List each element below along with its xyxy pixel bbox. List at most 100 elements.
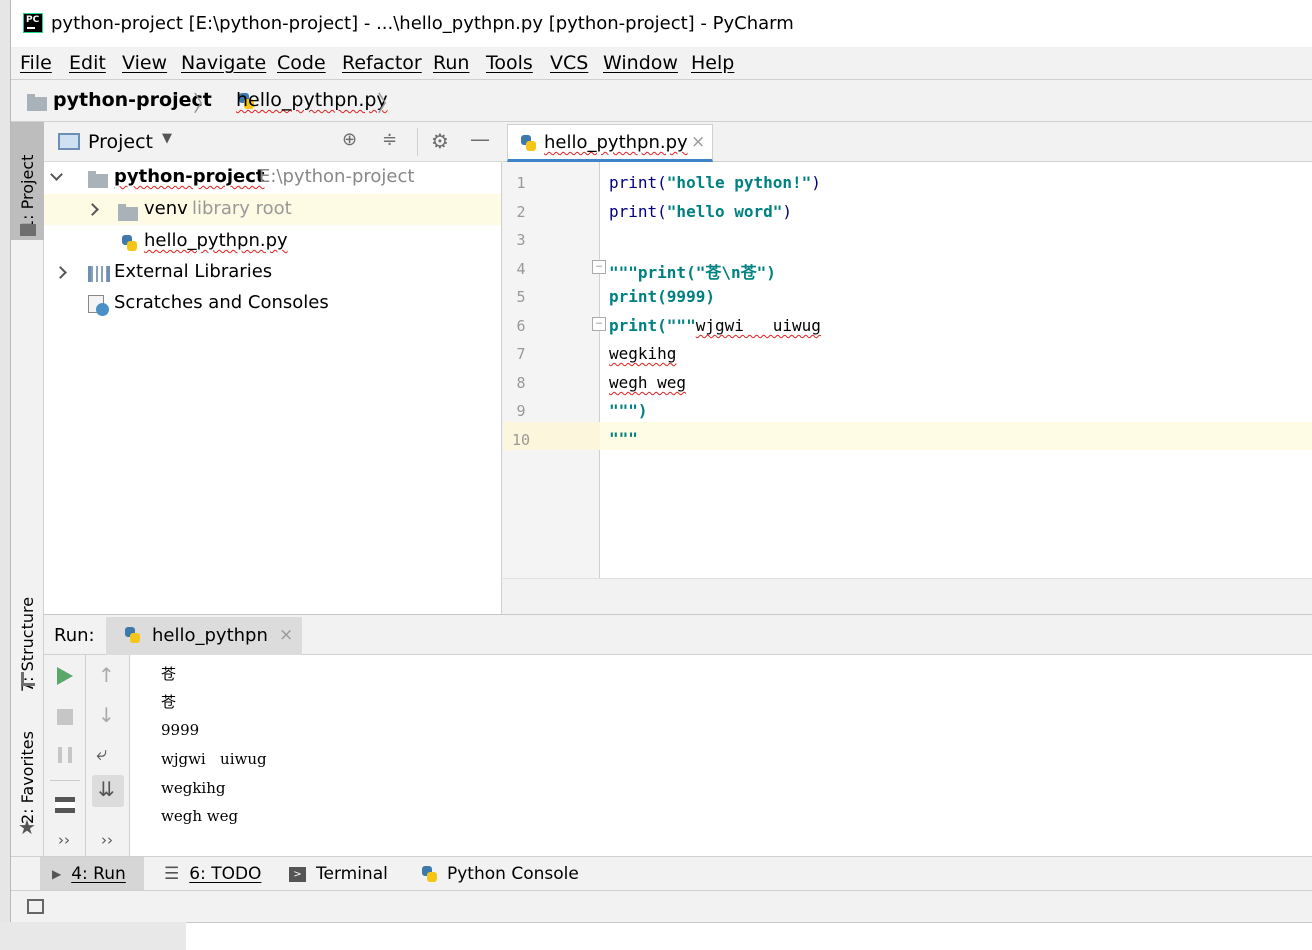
menu-refactor[interactable]: Refactor <box>342 52 422 74</box>
chevron-right-icon[interactable] <box>54 266 67 279</box>
tree-item-scratches[interactable]: Scratches and Consoles <box>44 288 501 319</box>
rerun-icon[interactable] <box>57 667 73 685</box>
run-panel: Run: hello_pythpn × ›› ↑ ↓ ⤶ ⇊ ›› 苍 苍 99… <box>44 614 1312 857</box>
chevron-right-icon[interactable] <box>86 203 99 216</box>
menu-file[interactable]: File <box>20 52 52 74</box>
folder-icon <box>88 171 108 188</box>
folder-icon <box>27 94 47 111</box>
tool-todo[interactable]: ☰ 6: TODO <box>152 857 273 891</box>
menu-help[interactable]: Help <box>691 52 734 74</box>
menu-navigate[interactable]: Navigate <box>181 52 266 74</box>
code-line[interactable]: """ <box>609 429 638 448</box>
hide-panel-icon[interactable]: — <box>470 127 490 151</box>
soft-wrap-icon[interactable]: ⤶ <box>96 741 107 765</box>
project-panel: Project ▼ ⊕ ≑ ⚙ — python-project E:\pyth… <box>44 122 502 614</box>
desktop-taskbar-area <box>0 922 1312 950</box>
scratches-label: Scratches and Consoles <box>114 292 329 313</box>
locate-icon[interactable]: ⊕ <box>342 129 357 150</box>
menu-view[interactable]: View <box>122 52 167 74</box>
file-name: hello_pythpn.py <box>144 230 288 251</box>
desktop-edge <box>0 0 10 950</box>
menu-vcs[interactable]: VCS <box>550 52 588 74</box>
python-icon <box>124 627 140 643</box>
library-icon <box>88 266 110 282</box>
breadcrumb-file[interactable]: hello_pythpn.py <box>236 89 388 111</box>
layout-icon[interactable] <box>55 797 75 813</box>
run-tab[interactable]: hello_pythpn × <box>106 617 302 655</box>
run-toolbar-secondary: ↑ ↓ ⤶ ⇊ ›› <box>86 655 130 857</box>
gear-icon[interactable]: ⚙ <box>431 129 449 153</box>
arrow-up-icon[interactable]: ↑ <box>98 663 115 687</box>
clock-icon <box>96 303 109 316</box>
star-icon: ★ <box>18 815 36 839</box>
tool-terminal[interactable]: > Terminal <box>277 857 400 891</box>
project-panel-header: Project ▼ ⊕ ≑ ⚙ — <box>44 122 502 162</box>
current-line-highlight <box>600 422 1312 450</box>
run-tab-label: hello_pythpn <box>152 625 268 646</box>
menu-window[interactable]: Window <box>603 52 678 74</box>
menu-run[interactable]: Run <box>433 52 469 74</box>
collapse-all-icon[interactable]: ≑ <box>382 129 397 150</box>
chevron-down-icon[interactable] <box>50 168 63 181</box>
run-label: Run: <box>54 625 95 646</box>
structure-icon <box>21 672 35 686</box>
line-number: 9 <box>516 402 526 420</box>
more-icon[interactable]: ›› <box>101 831 113 849</box>
code-line[interactable]: wegh weg <box>609 373 686 392</box>
menu-edit[interactable]: Edit <box>69 52 106 74</box>
tab-project[interactable]: 1: Project <box>11 122 44 240</box>
console-output-line: wjgwi uiwug <box>161 750 267 768</box>
more-icon[interactable]: ›› <box>58 831 70 849</box>
terminal-icon: > <box>289 866 306 882</box>
console-output-line: wegkihg <box>161 779 226 797</box>
line-number: 8 <box>516 374 526 392</box>
run-toolbar-primary: ›› <box>44 655 86 857</box>
line-number: 3 <box>516 231 526 249</box>
code-line[interactable]: """) <box>609 401 648 420</box>
stop-icon[interactable] <box>57 709 73 725</box>
close-icon[interactable]: × <box>691 132 705 152</box>
breadcrumb: python-project 〉 hello_pythpn.py 〉 <box>11 80 1312 122</box>
python-file-icon <box>121 235 137 251</box>
code-line[interactable]: print("holle python!") <box>609 173 821 192</box>
divider <box>417 128 418 156</box>
python-file-icon <box>520 135 536 151</box>
close-icon[interactable]: × <box>279 625 293 645</box>
pause-icon[interactable] <box>58 747 72 763</box>
line-number: 1 <box>516 174 526 192</box>
line-number: 4 <box>516 260 526 278</box>
breadcrumb-project[interactable]: python-project <box>53 89 212 111</box>
code-line[interactable]: """print("苍\n苍") <box>609 259 776 283</box>
root-folder-path: E:\python-project <box>259 166 415 187</box>
code-line[interactable]: print("hello word") <box>609 202 792 221</box>
python-console-icon <box>421 866 437 882</box>
fold-icon[interactable]: − <box>592 260 606 274</box>
menu-tools[interactable]: Tools <box>486 52 533 74</box>
venv-name: venv <box>144 198 188 219</box>
project-view-selector[interactable]: Project <box>88 131 153 153</box>
scroll-to-end-icon[interactable]: ⇊ <box>98 777 115 801</box>
code-line[interactable]: wegkihg <box>609 344 676 363</box>
folder-icon <box>118 204 138 221</box>
editor-tab-bar: hello_pythpn.py × <box>503 122 1312 162</box>
project-view-icon <box>58 133 80 150</box>
status-bar <box>11 890 1312 922</box>
code-line[interactable]: print(9999) <box>609 287 715 306</box>
toggle-tool-windows-icon[interactable] <box>27 899 44 914</box>
todo-list-icon: ☰ <box>164 864 180 884</box>
editor-bottom-area <box>503 578 1312 614</box>
tool-run[interactable]: ▶ 4: Run <box>40 857 144 891</box>
tree-item-venv[interactable]: venv library root <box>44 194 501 225</box>
arrow-down-icon[interactable]: ↓ <box>98 703 115 727</box>
tree-item-external-libraries[interactable]: External Libraries <box>44 257 501 288</box>
chevron-down-icon[interactable]: ▼ <box>162 131 172 146</box>
tree-item-root[interactable]: python-project E:\python-project <box>44 162 501 193</box>
tree-item-file[interactable]: hello_pythpn.py <box>44 226 501 257</box>
tab-favorites[interactable]: 2: Favorites <box>11 712 44 824</box>
code-line[interactable]: print("""wjgwi uiwug <box>609 316 821 335</box>
tab-hello-pythpn[interactable]: hello_pythpn.py × <box>507 124 713 162</box>
editor-tab-label: hello_pythpn.py <box>544 132 688 153</box>
menu-code[interactable]: Code <box>277 52 326 74</box>
tool-python-console[interactable]: Python Console <box>409 857 591 891</box>
fold-icon[interactable]: − <box>592 317 606 331</box>
